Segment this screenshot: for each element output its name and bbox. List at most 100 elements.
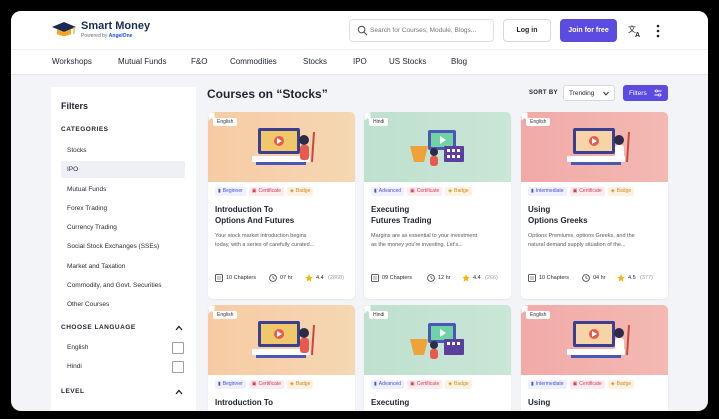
star-icon <box>462 274 470 282</box>
course-title[interactable]: Executing Futures Trading <box>371 205 506 226</box>
category-forex-trading[interactable]: Forex Trading <box>61 200 185 217</box>
filters-label: Filters <box>629 89 647 97</box>
nav-commodities[interactable]: Commodities <box>230 57 277 66</box>
certificate-icon: ▣ <box>410 381 415 387</box>
language-option-hindi[interactable]: Hindi <box>67 361 184 375</box>
badge-badge: ◈ Badge <box>287 187 314 196</box>
course-title[interactable]: Introduction To <box>215 398 350 409</box>
category-market-taxation[interactable]: Market and Taxation <box>61 258 185 275</box>
bookmark-icon[interactable] <box>364 112 371 121</box>
category-currency-trading[interactable]: Currency Trading <box>61 219 185 236</box>
english-checkbox[interactable] <box>172 342 184 354</box>
medal-icon: ◈ <box>448 188 453 194</box>
nav-stocks[interactable]: Stocks <box>303 57 327 66</box>
bookmark-icon[interactable] <box>521 112 528 121</box>
translate-icon[interactable]: 文 A <box>628 24 642 38</box>
course-thumbnail: English <box>521 305 668 375</box>
language-label: Hindi <box>67 363 82 370</box>
brand-name: Smart Money <box>81 20 151 32</box>
course-card[interactable]: English ▮ Beginner ▣ Certificate ◈ Badge Intr… <box>208 305 355 411</box>
category-commodity-govt[interactable]: Commodity, and Govt. Securities <box>61 277 185 294</box>
certificate-badge: ▣ Certificate <box>569 380 605 389</box>
certificate-badge: ▣ Certificate <box>248 380 285 389</box>
chevron-up-icon[interactable] <box>175 389 183 395</box>
brand-sub: Powered by AngelOne <box>81 33 133 39</box>
level-bars-icon: ▮ <box>218 381 221 387</box>
brand-logo[interactable]: Smart Money Powered by AngelOne <box>51 19 150 41</box>
course-title[interactable]: Executing <box>371 398 506 409</box>
clock-icon <box>427 274 435 282</box>
sort-dropdown[interactable]: Trending <box>563 85 615 101</box>
bookmark-icon[interactable] <box>521 305 528 314</box>
nav-mutual-funds[interactable]: Mutual Funds <box>118 57 166 66</box>
svg-text:A: A <box>635 32 640 38</box>
level-bars-icon: ▮ <box>531 188 534 194</box>
medal-icon: ◈ <box>610 188 615 194</box>
search-input[interactable] <box>370 20 492 41</box>
nav-fno[interactable]: F&O <box>191 57 207 66</box>
category-other-courses[interactable]: Other Courses <box>61 296 185 313</box>
filters-button[interactable]: Filters <box>623 85 668 101</box>
bookmark-icon[interactable] <box>208 112 215 121</box>
course-card[interactable]: English ▮ Beginner ▣ Certificate ◈ Badge Intr… <box>208 112 355 299</box>
filters-sidebar: Filters CATEGORIES Stocks IPO Mutual Fun… <box>51 87 196 411</box>
level-heading: LEVEL <box>61 388 85 395</box>
nav-us-stocks[interactable]: US Stocks <box>389 57 426 66</box>
certificate-icon: ▣ <box>410 188 415 194</box>
level-badge: ▮ Advanced <box>371 187 405 196</box>
course-title[interactable]: Introduction To Options And Futures <box>215 205 350 226</box>
course-description: Your stock market introduction begins tod… <box>215 233 315 248</box>
search-box[interactable] <box>349 19 494 42</box>
nav-workshops[interactable]: Workshops <box>52 57 92 66</box>
duration: 04 hr <box>593 275 606 281</box>
language-tag: English <box>213 118 238 126</box>
chevron-up-icon[interactable] <box>175 325 183 331</box>
category-ipo[interactable]: IPO <box>61 161 185 178</box>
badge-badge: ◈ Badge <box>445 187 472 196</box>
categories-heading: CATEGORIES <box>61 126 109 133</box>
review-count: (266) <box>485 275 498 281</box>
course-badges: ▮ Intermediate ▣ Certificate ◈ Badge <box>528 187 637 197</box>
nav-ipo[interactable]: IPO <box>353 57 367 66</box>
level-badge: ▮ Intermediate <box>528 380 567 389</box>
chapters-count: 10 Chapters <box>226 275 256 281</box>
hindi-checkbox[interactable] <box>172 361 184 373</box>
top-header: Smart Money Powered by AngelOne Log in J… <box>11 11 708 49</box>
badge-badge: ◈ Badge <box>607 380 635 389</box>
level-bars-icon: ▮ <box>374 381 377 387</box>
page-title: Courses on “Stocks” <box>207 87 328 101</box>
filter-icon <box>654 89 662 97</box>
certificate-badge: ▣ Certificate <box>407 380 443 389</box>
level-bars-icon: ▮ <box>374 188 377 194</box>
category-stocks[interactable]: Stocks <box>61 142 185 159</box>
language-heading: CHOOSE LANGUAGE <box>61 324 136 331</box>
join-free-button[interactable]: Join for free <box>560 19 617 42</box>
login-button[interactable]: Log in <box>503 19 551 42</box>
language-tag: Hindi <box>369 118 389 126</box>
language-tag: English <box>526 118 551 126</box>
bookmark-icon[interactable] <box>208 305 215 314</box>
certificate-badge: ▣ Certificate <box>407 187 443 196</box>
duration: 12 hr <box>438 275 451 281</box>
certificate-icon: ▣ <box>251 381 257 387</box>
review-count: (2868) <box>328 275 344 281</box>
bookmark-icon[interactable] <box>364 305 371 314</box>
course-title[interactable]: Using <box>528 398 663 409</box>
nav-blog[interactable]: Blog <box>451 57 467 66</box>
rating: 4.4 <box>473 275 481 281</box>
course-card[interactable]: Hindi ▮ Advanced ▣ Certificate ◈ Badge Execut… <box>364 305 511 411</box>
course-card[interactable]: Hindi ▮ Advanced ▣ Certificate ◈ Badge Execut… <box>364 112 511 299</box>
search-icon <box>357 25 368 36</box>
course-title[interactable]: Using Options Greeks <box>528 205 663 226</box>
course-card[interactable]: English ▮ Intermediate ▣ Certificate ◈ Badge … <box>521 305 668 411</box>
certificate-badge: ▣ Certificate <box>569 187 605 196</box>
more-vertical-icon[interactable] <box>655 24 661 38</box>
language-option-english[interactable]: English <box>67 342 184 356</box>
language-tag: English <box>526 311 551 319</box>
course-card[interactable]: English ▮ Intermediate ▣ Certificate ◈ Badge … <box>521 112 668 299</box>
certificate-icon: ▣ <box>251 188 257 194</box>
course-stats: 10 Chapters 04 hr 4.5 (377) <box>528 274 663 284</box>
duration: 07 hr <box>280 275 293 281</box>
category-sse[interactable]: Social Stock Exchanges (SSEs) <box>61 238 185 255</box>
category-mutual-funds[interactable]: Mutual Funds <box>61 181 185 198</box>
